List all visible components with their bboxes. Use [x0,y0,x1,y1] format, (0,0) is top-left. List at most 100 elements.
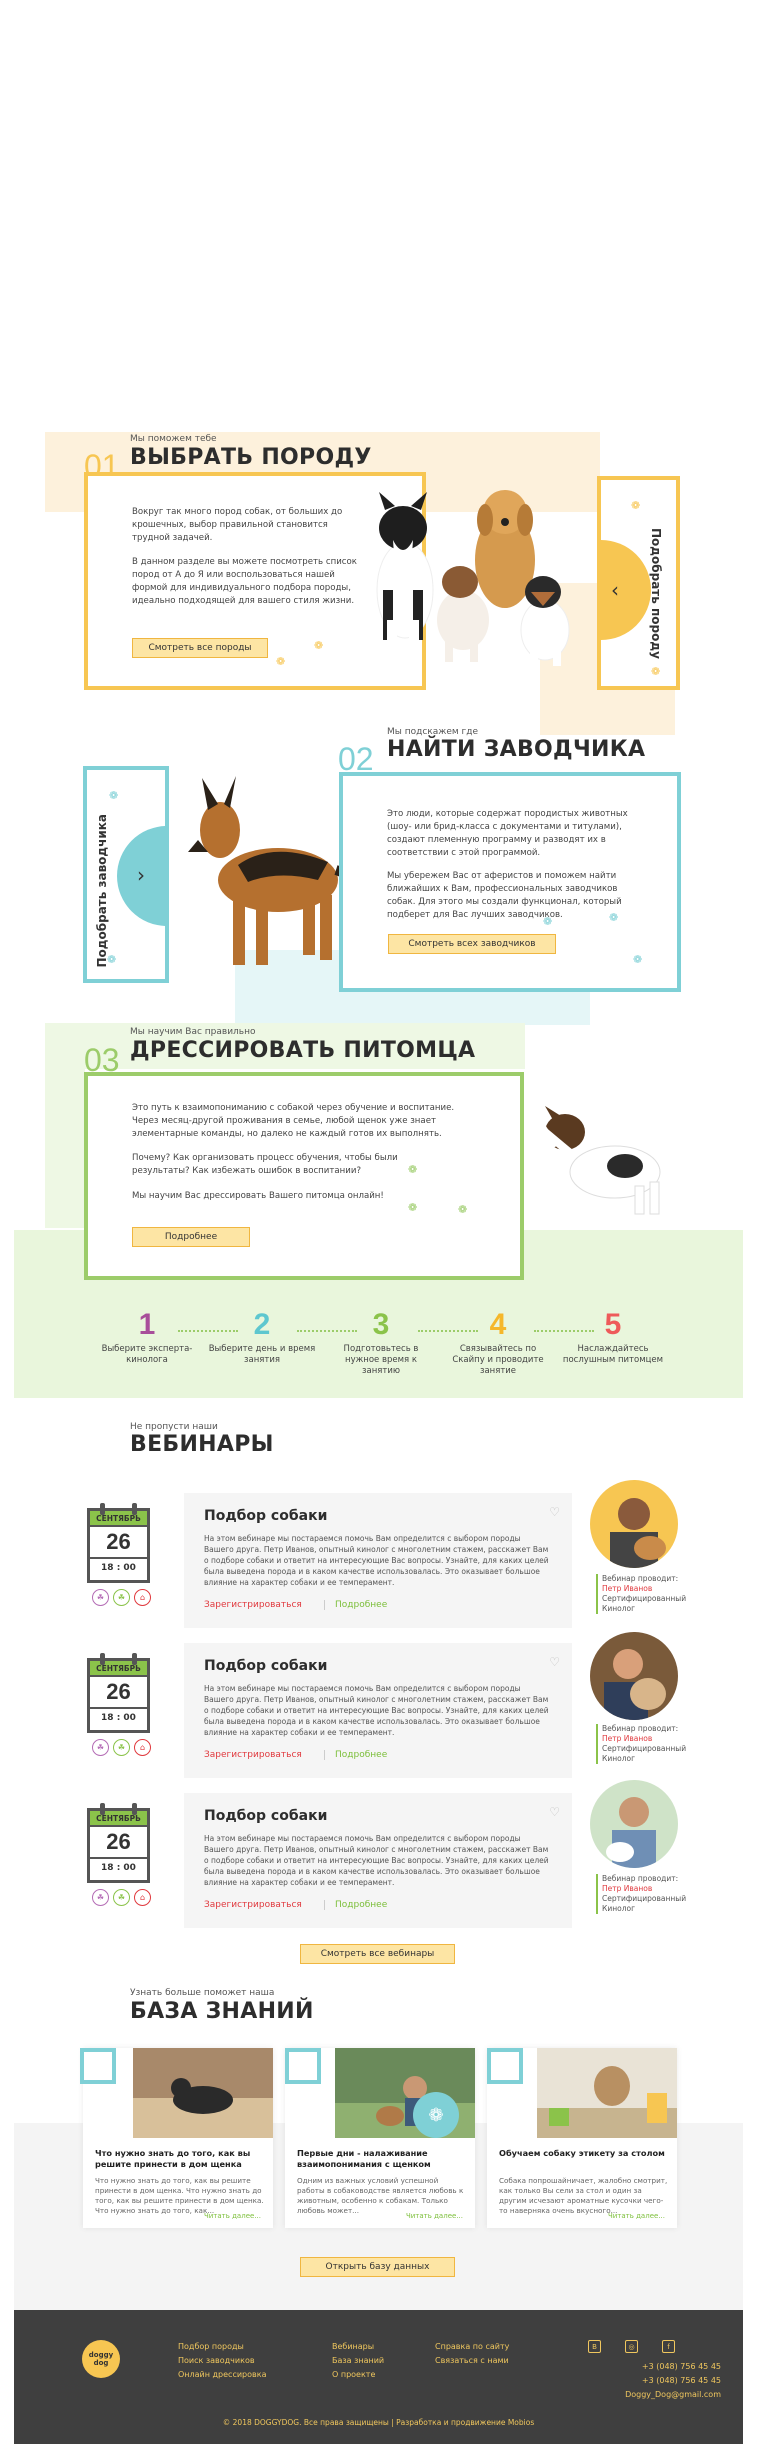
step-label: Наслаждайтесь послушным питомцем [562,1344,664,1365]
footer-link[interactable]: Подбор породы [178,2342,244,2351]
heart-icon[interactable]: ♡ [549,1505,560,1519]
home-icon[interactable]: ⌂ [134,1889,151,1906]
webinar-title: Подбор собаки [204,1658,328,1674]
decor-square [80,2048,116,2084]
section2-para1: Это люди, которые содержат породистых жи… [387,809,628,858]
step-number: 5 [604,1308,622,1341]
calendar-time: 18 : 00 [90,1707,147,1727]
all-breeders-button[interactable]: Смотреть всех заводчиков [388,934,556,954]
read-more-link[interactable]: Читать далее... [406,2212,463,2220]
small-terrier-right [520,576,570,666]
copyright: © 2018 DOGGYDOG. Все права защищены | Ра… [222,2418,535,2427]
speaker-avatar [590,1480,678,1568]
phone-2[interactable]: +3 (048) 756 45 45 [642,2376,721,2385]
calendar-month: СЕНТЯБРЬ [90,1511,147,1527]
chevron-right-icon[interactable]: › [137,863,145,887]
speaker-name[interactable]: Петр Иванов [602,1884,716,1894]
choose-breed-label: Подобрать породу [649,528,663,659]
footer-link[interactable]: Поиск заводчиков [178,2356,255,2365]
speaker-name[interactable]: Петр Иванов [602,1734,716,1744]
webinar-card: Подбор собаки ♡ На этом вебинаре мы пост… [184,1643,572,1778]
more-link[interactable]: Подробнее [324,1900,387,1910]
find-breeder-side-card[interactable]: › Подобрать заводчика ❁ ❁ [83,766,169,983]
step-item: 2 Выберите день и время занятия [207,1310,317,1366]
vk-share-icon[interactable]: ☘ [92,1589,109,1606]
paw-icon: ❁ [276,655,286,668]
section3-para1: Это путь к взаимопониманию с собакой чер… [132,1103,455,1139]
all-webinars-button[interactable]: Смотреть все вебинары [300,1944,455,1964]
webinar-title: Подбор собаки [204,1508,328,1524]
register-link[interactable]: Зарегистрироваться [204,1600,302,1610]
step-item: 5 Наслаждайтесь послушным питомцем [558,1310,668,1366]
border-collie [376,492,434,645]
calendar-month: СЕНТЯБРЬ [90,1661,147,1677]
step-number: 2 [253,1308,271,1341]
section1-para1: Вокруг так много пород собак, от больших… [132,507,343,543]
step-number: 3 [372,1308,390,1341]
calendar-day: 26 [106,1529,131,1554]
paw-icon: ❁ [458,1203,468,1216]
footer: doggy dog Подбор породы Поиск заводчиков… [14,2310,743,2444]
section2-para2: Мы убережем Вас от аферистов и поможем н… [387,871,622,920]
footer-link[interactable]: О проекте [332,2370,375,2379]
webinar-description: На этом вебинаре мы постараемся помочь В… [204,1534,549,1587]
register-link[interactable]: Зарегистрироваться [204,1750,302,1760]
vk-share-icon[interactable]: ☘ [92,1889,109,1906]
more-link[interactable]: Подробнее [324,1750,387,1760]
footer-link[interactable]: Онлайн дрессировка [178,2370,266,2379]
open-database-button[interactable]: Открыть базу данных [300,2257,455,2277]
decor-square [487,2048,523,2084]
heart-icon[interactable]: ♡ [549,1655,560,1669]
phone-1[interactable]: +3 (048) 756 45 45 [642,2362,721,2371]
fb-share-icon[interactable]: ☘ [113,1739,130,1756]
footer-link[interactable]: Вебинары [332,2342,374,2351]
article-description: Одним из важных условий успешной работы … [297,2176,464,2215]
speaker-name[interactable]: Петр Иванов [602,1584,716,1594]
article-description: Собака попрошайничает, жалобно смотрит, … [499,2176,668,2215]
paw-icon: ❁ [651,665,661,678]
home-icon[interactable]: ⌂ [134,1739,151,1756]
section2-card: Это люди, которые содержат породистых жи… [339,772,681,992]
calendar-time: 18 : 00 [90,1857,147,1877]
fb-share-icon[interactable]: ☘ [113,1889,130,1906]
webinar-description: На этом вебинаре мы постараемся помочь В… [204,1684,549,1737]
facebook-icon[interactable]: f [662,2340,675,2353]
paw-icon: ❁ [314,639,324,652]
webinar-card: Подбор собаки ♡ На этом вебинаре мы пост… [184,1793,572,1928]
choose-breed-side-card[interactable]: ‹ Подобрать породу ❁ ❁ [597,476,680,690]
footer-link[interactable]: База знаний [332,2356,384,2365]
chevron-left-icon[interactable]: ‹ [611,578,619,602]
section2-title: НАЙТИ ЗАВОДЧИКА [387,737,646,762]
paw-icon: ❁ [408,1201,418,1214]
vk-icon[interactable]: В [588,2340,601,2353]
register-link[interactable]: Зарегистрироваться [204,1900,302,1910]
more-link[interactable]: Подробнее [324,1600,387,1610]
step-item: 3 Подготовьтесь в нужное время к занятию [326,1310,436,1377]
home-icon[interactable]: ⌂ [134,1589,151,1606]
webinar-calendar: СЕНТЯБРЬ 26 18 : 00 [87,1503,150,1583]
section3-card: Это путь к взаимопониманию с собакой чер… [84,1072,524,1280]
read-more-link[interactable]: Читать далее... [608,2212,665,2220]
webinars-title: ВЕБИНАРЫ [130,1432,274,1457]
paw-icon: ❁ [609,911,619,924]
step-item: 1 Выберите эксперта-кинолога [92,1310,202,1366]
fb-share-icon[interactable]: ☘ [113,1589,130,1606]
all-breeds-button[interactable]: Смотреть все породы [132,638,268,658]
vk-share-icon[interactable]: ☘ [92,1739,109,1756]
footer-logo[interactable]: doggy dog [82,2340,120,2378]
article-title: Обучаем собаку этикету за столом [499,2148,665,2158]
heart-icon[interactable]: ♡ [549,1805,560,1819]
speaker-info: Вебинар проводит: Петр Иванов Сертифицир… [596,1574,716,1614]
article-image [537,2048,677,2138]
email-link[interactable]: Doggy_Dog@gmail.com [625,2390,721,2399]
calendar-day: 26 [106,1829,131,1854]
footer-link[interactable]: Справка по сайту [435,2342,509,2351]
instagram-icon[interactable]: ◎ [625,2340,638,2353]
training-more-button[interactable]: Подробнее [132,1227,250,1247]
jumping-terrier-image [533,1106,679,1215]
webinar-calendar: СЕНТЯБРЬ 26 18 : 00 [87,1803,150,1883]
read-more-link[interactable]: Читать далее... [204,2212,261,2220]
section1-title: ВЫБРАТЬ ПОРОДУ [130,445,372,470]
section2-kicker: Мы подскажем где [387,727,479,737]
footer-link[interactable]: Связаться с нами [435,2356,509,2365]
